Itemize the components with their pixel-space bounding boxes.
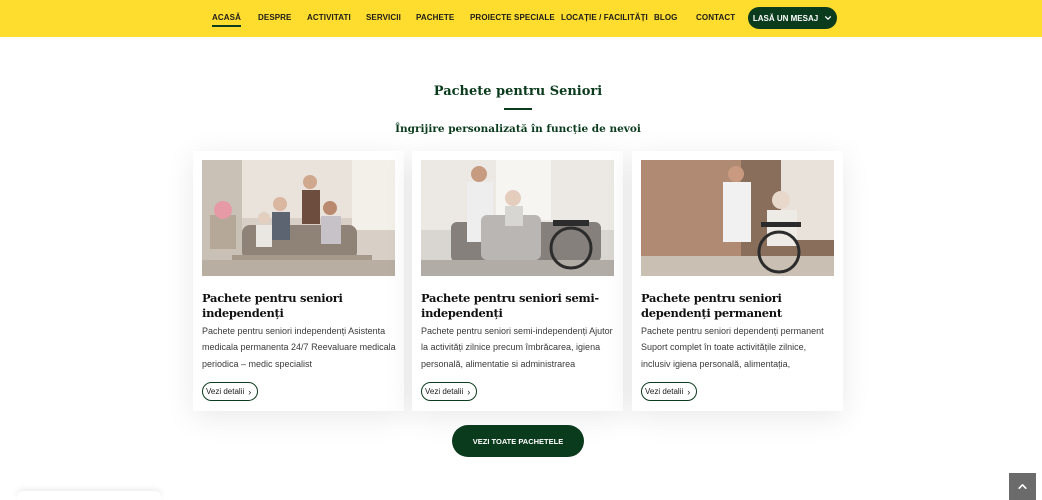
card-image-caregiver-blanket	[421, 160, 614, 276]
card-description: Pachete pentru seniori semi-independenți…	[421, 326, 613, 369]
card-image-caregiver-wheelchair	[641, 160, 834, 276]
nav-item-pachete[interactable]: PACHETE	[416, 13, 454, 22]
chevron-right-icon: ›	[248, 386, 252, 397]
title-underline	[504, 108, 532, 110]
nav-item-proiecte-speciale[interactable]: PROIECTE SPECIALE	[470, 13, 555, 22]
details-button[interactable]: Vezi detalii ›	[421, 382, 477, 401]
package-card-dependent: Pachete pentru seniori dependenți perman…	[632, 151, 843, 411]
chevron-right-icon: ›	[467, 386, 471, 397]
package-card-semi-independent: Pachete pentru seniori semi-independenți…	[412, 151, 623, 411]
top-navbar: ACASĂ DESPRE ACTIVITATI SERVICII PACHETE…	[0, 0, 1042, 37]
chevron-right-icon: ›	[687, 386, 691, 397]
nav-item-contact[interactable]: CONTACT	[696, 13, 735, 22]
nav-item-blog[interactable]: BLOG	[654, 13, 678, 22]
chevron-down-icon	[825, 16, 832, 20]
nav-item-acasa[interactable]: ACASĂ	[212, 13, 241, 27]
leave-message-button[interactable]: LASĂ UN MESAJ	[748, 7, 837, 29]
leave-message-label: LASĂ UN MESAJ	[752, 13, 819, 23]
card-image-seniors-living-room	[202, 160, 395, 276]
nav-item-locatie-facilitati[interactable]: LOCAȚIE / FACILITĂȚI	[561, 13, 648, 22]
nav-item-servicii[interactable]: SERVICII	[366, 13, 401, 22]
section-subtitle: Îngrijire personalizată în funcție de ne…	[395, 123, 641, 135]
card-title: Pachete pentru seniori dependenți perman…	[641, 291, 782, 320]
card-description: Pachete pentru seniori dependenți perman…	[641, 326, 824, 369]
card-description: Pachete pentru seniori independenți Asis…	[202, 326, 396, 369]
scroll-to-top-button[interactable]	[1009, 473, 1036, 500]
bottom-widget-tab[interactable]	[17, 491, 161, 500]
details-button[interactable]: Vezi detalii ›	[641, 382, 697, 401]
details-button-label: Vezi detalii	[425, 387, 464, 396]
details-button-label: Vezi detalii	[206, 387, 245, 396]
section-title: Pachete pentru Seniori	[433, 84, 603, 99]
details-button[interactable]: Vezi detalii ›	[202, 382, 258, 401]
all-packages-button[interactable]: VEZI TOATE PACHETELE	[452, 425, 584, 457]
chevron-up-icon	[1018, 484, 1027, 489]
card-title: Pachete pentru seniori independenți	[202, 291, 343, 320]
nav-item-activitati[interactable]: ACTIVITATI	[307, 13, 351, 22]
details-button-label: Vezi detalii	[645, 387, 684, 396]
package-card-independent: Pachete pentru seniori independenți Pach…	[193, 151, 404, 411]
nav-item-despre[interactable]: DESPRE	[258, 13, 292, 22]
card-title: Pachete pentru seniori semi-independenți	[421, 291, 599, 320]
